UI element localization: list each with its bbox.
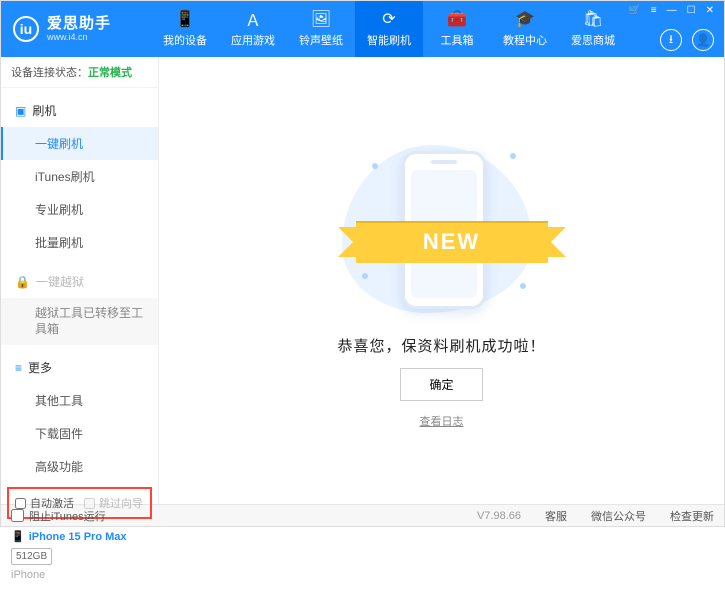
checkbox-input[interactable]: [11, 509, 24, 522]
wallpaper-icon: 🖼: [312, 10, 330, 28]
sidebar: 设备连接状态：正常模式 ▣刷机 一键刷机 iTunes刷机 专业刷机 批量刷机 …: [1, 57, 159, 504]
section-head-flash[interactable]: ▣ 刷机: [1, 94, 158, 127]
success-illustration: NEW: [342, 133, 542, 323]
more-icon: ≡: [15, 361, 22, 375]
check-update-link[interactable]: 检查更新: [670, 508, 714, 524]
section-jailbreak: 🔒 一键越狱 越狱工具已转移至工具箱: [1, 259, 158, 345]
nav-apps-games[interactable]: Ａ 应用游戏: [219, 1, 287, 57]
menu-icon[interactable]: ≡: [649, 5, 659, 16]
sidebar-item-download-firmware[interactable]: 下载固件: [1, 417, 158, 450]
top-nav: 📱 我的设备 Ａ 应用游戏 🖼 铃声壁纸 ⟳ 智能刷机 🧰 工具箱 🎓 教程中心 🛍 爱思商城: [151, 1, 627, 57]
spark-icon: [520, 283, 526, 289]
version-label: V7.98.66: [477, 510, 521, 522]
support-link[interactable]: 客服: [545, 508, 567, 524]
logo-texts: 爱思助手 www.i4.cn: [47, 16, 111, 42]
section-head-more[interactable]: ≡ 更多: [1, 351, 158, 384]
minimize-icon[interactable]: —: [665, 5, 679, 16]
download-manager-button[interactable]: ⭳: [660, 29, 682, 51]
nav-smart-flash[interactable]: ⟳ 智能刷机: [355, 1, 423, 57]
tutorial-icon: 🎓: [516, 10, 534, 28]
sidebar-item-oneclick-flash[interactable]: 一键刷机: [1, 127, 158, 160]
view-log-link[interactable]: 查看日志: [420, 413, 464, 429]
nav-label: 应用游戏: [231, 32, 275, 48]
nav-label: 我的设备: [163, 32, 207, 48]
phone-icon: 📱: [11, 531, 25, 543]
new-ribbon: NEW: [356, 221, 548, 263]
device-info: 📱 iPhone 15 Pro Max 512GB iPhone: [1, 523, 158, 591]
nav-my-device[interactable]: 📱 我的设备: [151, 1, 219, 57]
connection-status: 设备连接状态：正常模式: [1, 57, 158, 88]
lock-icon: 🔒: [15, 275, 30, 289]
nav-label: 工具箱: [441, 32, 474, 48]
section-more: ≡ 更多 其他工具 下载固件 高级功能: [1, 345, 158, 483]
title-bar: iu 爱思助手 www.i4.cn 📱 我的设备 Ａ 应用游戏 🖼 铃声壁纸 ⟳ 智能刷…: [1, 1, 724, 57]
device-model: iPhone: [11, 567, 148, 584]
account-button[interactable]: 👤: [692, 29, 714, 51]
block-itunes-checkbox[interactable]: 阻止iTunes运行: [11, 508, 106, 524]
wechat-link[interactable]: 微信公众号: [591, 508, 646, 524]
nav-tutorials[interactable]: 🎓 教程中心: [491, 1, 559, 57]
status-label: 设备连接状态：: [11, 67, 88, 79]
section-head-jailbreak: 🔒 一键越狱: [1, 265, 158, 298]
spark-icon: [362, 273, 368, 279]
header-actions: ⭳ 👤: [660, 29, 714, 51]
ok-button[interactable]: 确定: [400, 368, 482, 401]
status-value: 正常模式: [88, 67, 132, 79]
jailbreak-moved-note: 越狱工具已转移至工具箱: [1, 298, 158, 345]
app-name: 爱思助手: [47, 16, 111, 31]
device-row[interactable]: 📱 iPhone 15 Pro Max: [11, 529, 148, 546]
apps-icon: Ａ: [244, 10, 262, 28]
maximize-icon[interactable]: ☐: [685, 5, 698, 16]
sidebar-item-other-tools[interactable]: 其他工具: [1, 384, 158, 417]
nav-ringtone-wallpaper[interactable]: 🖼 铃声壁纸: [287, 1, 355, 57]
nav-store[interactable]: 🛍 爱思商城: [559, 1, 627, 57]
window-controls: 🛒 ≡ — ☐ ✕: [626, 5, 716, 16]
nav-label: 铃声壁纸: [299, 32, 343, 48]
spark-icon: [372, 163, 378, 169]
close-icon[interactable]: ✕: [704, 5, 716, 16]
device-icon: 📱: [176, 10, 194, 28]
logo-icon: iu: [13, 16, 39, 42]
cart-icon[interactable]: 🛒: [626, 5, 642, 16]
store-icon: 🛍: [584, 10, 602, 28]
nav-label: 教程中心: [503, 32, 547, 48]
body: 设备连接状态：正常模式 ▣刷机 一键刷机 iTunes刷机 专业刷机 批量刷机 …: [1, 57, 724, 504]
sec-title: 一键越狱: [36, 273, 84, 290]
device-name: iPhone 15 Pro Max: [29, 531, 127, 543]
device-capacity: 512GB: [11, 548, 52, 565]
chk-label: 阻止iTunes运行: [29, 508, 106, 524]
app-site: www.i4.cn: [47, 33, 111, 42]
main-panel: NEW 恭喜您，保资料刷机成功啦！ 确定 查看日志: [159, 57, 724, 504]
logo-block: iu 爱思助手 www.i4.cn: [13, 16, 151, 42]
sidebar-item-batch-flash[interactable]: 批量刷机: [1, 226, 158, 259]
sec-title: 更多: [28, 359, 52, 376]
flash-icon: ⟳: [380, 10, 398, 28]
nav-label: 智能刷机: [367, 32, 411, 48]
sidebar-item-pro-flash[interactable]: 专业刷机: [1, 193, 158, 226]
sec-title: 刷机: [32, 102, 56, 119]
nav-label: 爱思商城: [571, 32, 615, 48]
toolbox-icon: 🧰: [448, 10, 466, 28]
success-message: 恭喜您，保资料刷机成功啦！: [337, 335, 545, 356]
sidebar-item-itunes-flash[interactable]: iTunes刷机: [1, 160, 158, 193]
nav-toolbox[interactable]: 🧰 工具箱: [423, 1, 491, 57]
spark-icon: [510, 153, 516, 159]
sidebar-item-advanced[interactable]: 高级功能: [1, 450, 158, 483]
phone-icon: ▣: [15, 104, 26, 118]
section-flash: ▣ 刷机 一键刷机 iTunes刷机 专业刷机 批量刷机: [1, 88, 158, 259]
